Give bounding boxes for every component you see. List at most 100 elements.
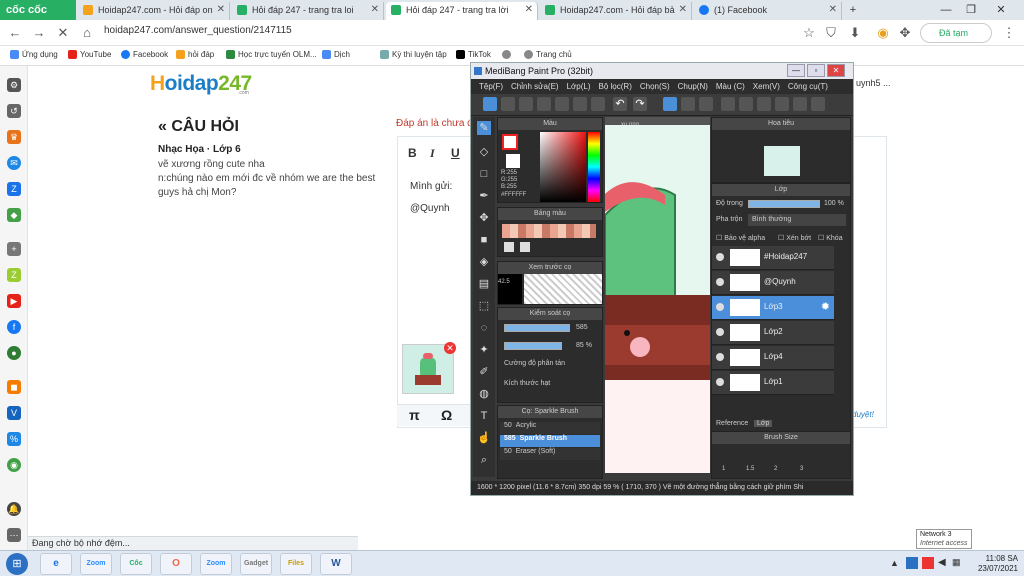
- menu-select[interactable]: Chọn(S): [640, 82, 670, 91]
- brush-size-slider[interactable]: [504, 324, 570, 332]
- pen-tool-icon[interactable]: ✒: [477, 189, 491, 203]
- tray-arrow-icon[interactable]: ▲: [890, 558, 899, 568]
- brush-size-option[interactable]: 2: [774, 466, 777, 472]
- maximize-button[interactable]: ❐: [960, 0, 982, 20]
- minimize-button[interactable]: —: [935, 0, 957, 20]
- settings-icon[interactable]: ⚙: [7, 78, 21, 92]
- bookmark-facebook[interactable]: Facebook: [121, 50, 168, 59]
- word-taskbar-icon[interactable]: W: [320, 553, 352, 575]
- bold-button[interactable]: B: [408, 146, 417, 160]
- palette-swatches[interactable]: [502, 224, 596, 238]
- list-icon[interactable]: [591, 97, 605, 111]
- forward-arrow-icon[interactable]: →: [30, 24, 48, 42]
- snap-grid-icon[interactable]: [699, 97, 713, 111]
- brush-opacity-slider[interactable]: [504, 342, 562, 350]
- panel-icon[interactable]: [555, 97, 569, 111]
- share-icon[interactable]: [501, 97, 515, 111]
- approve-link[interactable]: duyệt!: [852, 410, 874, 419]
- zalo-icon[interactable]: Z: [7, 182, 21, 196]
- speaker-icon[interactable]: ◀: [938, 557, 946, 568]
- brush-size-option[interactable]: 3: [800, 466, 803, 472]
- foreground-color-swatch[interactable]: [502, 134, 518, 150]
- eye-icon[interactable]: [716, 303, 724, 311]
- close-icon[interactable]: ✕: [217, 2, 225, 18]
- menu-tools[interactable]: Công cụ(T): [788, 82, 828, 91]
- start-button[interactable]: ⊞: [6, 553, 28, 575]
- move-tool-icon[interactable]: ✥: [477, 211, 491, 225]
- puzzle-icon[interactable]: ✥: [896, 24, 914, 42]
- home-icon[interactable]: ⌂: [78, 24, 96, 42]
- tab-1[interactable]: Hoidap247.com - Hỏi đáp on ✕: [78, 2, 230, 20]
- lasso-tool-icon[interactable]: ◌: [477, 321, 491, 335]
- chrome-taskbar-icon[interactable]: O: [160, 553, 192, 575]
- zoom-meeting-taskbar-icon[interactable]: Zoom: [200, 553, 232, 575]
- bucket-tool-icon[interactable]: ◈: [477, 255, 491, 269]
- menu-icon[interactable]: ⋮: [1000, 24, 1018, 42]
- layer-row[interactable]: Lớp2: [712, 321, 834, 345]
- gadget-taskbar-icon[interactable]: Gadget: [240, 553, 272, 575]
- close-icon[interactable]: ✕: [679, 2, 687, 18]
- snap-focus-icon[interactable]: [739, 97, 753, 111]
- eye-icon[interactable]: [716, 328, 724, 336]
- brush-item-acrylic[interactable]: 50 Acrylic: [500, 422, 600, 434]
- omega-icon[interactable]: Ω: [441, 407, 452, 423]
- gradient-tool-icon[interactable]: ▤: [477, 277, 491, 291]
- file-explorer-taskbar-icon[interactable]: Files: [280, 553, 312, 575]
- brush-size-option[interactable]: 1: [722, 466, 725, 472]
- close-window-button[interactable]: ✕: [990, 0, 1012, 20]
- layer-row[interactable]: Lớp4: [712, 346, 834, 370]
- extension-icon[interactable]: ◉: [874, 24, 892, 42]
- text-tool-icon[interactable]: T: [477, 409, 491, 423]
- clip-checkbox[interactable]: ☐ Xén bớt: [778, 234, 811, 242]
- close-icon[interactable]: ✕: [829, 2, 837, 18]
- bookmark-hoidap[interactable]: hỏi đáp: [176, 50, 214, 59]
- add-color-icon[interactable]: [504, 242, 514, 252]
- more-icon[interactable]: ⋯: [7, 528, 21, 542]
- canvas-tab[interactable]: xu.png: [605, 117, 710, 128]
- snap-radial-icon[interactable]: [721, 97, 735, 111]
- background-color-swatch[interactable]: [506, 154, 520, 168]
- system-clock[interactable]: 11:08 SA 23/07/2021: [962, 554, 1018, 574]
- crown-icon[interactable]: ♛: [7, 130, 21, 144]
- menu-view[interactable]: Xem(V): [753, 82, 780, 91]
- close-icon[interactable]: ✕: [371, 2, 379, 18]
- tab-3-active[interactable]: Hỏi đáp 247 - trang tra lời ✕: [386, 2, 538, 20]
- add-icon[interactable]: +: [7, 242, 21, 256]
- eyedropper-icon[interactable]: ⌕: [477, 453, 491, 467]
- menu-edit[interactable]: Chỉnh sửa(E): [511, 82, 559, 91]
- download-icon[interactable]: ⬇: [846, 24, 864, 42]
- game-icon[interactable]: ◆: [7, 208, 21, 222]
- hoidap-logo[interactable]: Hoidap247: [150, 72, 252, 96]
- snap-curve-icon[interactable]: [775, 97, 789, 111]
- mb-minimize-button[interactable]: —: [787, 64, 805, 77]
- star-icon[interactable]: ☆: [800, 24, 818, 42]
- messenger-icon[interactable]: ✉: [7, 156, 21, 170]
- network-icon[interactable]: ▦: [952, 557, 961, 568]
- bookmark-homepage[interactable]: Trang chủ: [524, 50, 572, 59]
- bookmark-exam[interactable]: Kỳ thi luyện tập: [380, 50, 447, 59]
- facebook-icon[interactable]: f: [7, 320, 21, 334]
- vtv-icon[interactable]: V: [7, 406, 21, 420]
- back-arrow-icon[interactable]: ←: [6, 24, 24, 42]
- shopping-icon[interactable]: ◼: [7, 380, 21, 394]
- shield-icon[interactable]: ⛉: [822, 24, 840, 42]
- bookmark-translate[interactable]: Dịch: [322, 50, 350, 59]
- cloud-icon[interactable]: [483, 97, 497, 111]
- menu-filter[interactable]: Bộ lọc(R): [599, 82, 632, 91]
- frame-icon[interactable]: [573, 97, 587, 111]
- select-eraser-icon[interactable]: ◍: [477, 387, 491, 401]
- speech-icon[interactable]: [537, 97, 551, 111]
- coccoc-taskbar-icon[interactable]: Cốc: [120, 553, 152, 575]
- pi-icon[interactable]: π: [409, 407, 420, 423]
- history-icon[interactable]: ↺: [7, 104, 21, 118]
- bookmark-olm[interactable]: Học trực tuyến OLM...: [226, 50, 317, 59]
- mb-close-button[interactable]: ✕: [827, 64, 845, 77]
- gear-icon[interactable]: [793, 97, 807, 111]
- zing-icon[interactable]: Z: [7, 268, 21, 282]
- tab-4[interactable]: Hoidap247.com - Hỏi đáp bả ✕: [540, 2, 692, 20]
- delete-color-icon[interactable]: [520, 242, 530, 252]
- sync-paused-button[interactable]: Đã tạm dừng: [920, 23, 992, 56]
- youtube-icon[interactable]: ▶: [7, 294, 21, 308]
- color-field[interactable]: [540, 132, 586, 202]
- magic-wand-icon[interactable]: ✦: [477, 343, 491, 357]
